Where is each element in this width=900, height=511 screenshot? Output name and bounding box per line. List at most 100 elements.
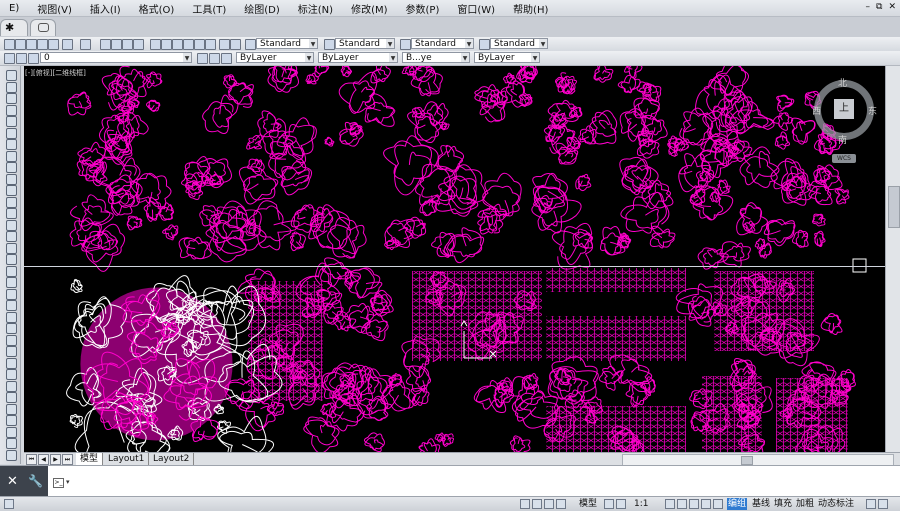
draw-tool-icon[interactable] [6, 449, 17, 461]
plus-icon[interactable] [677, 499, 687, 509]
draw-tool-icon[interactable] [6, 380, 17, 392]
view-cube[interactable]: 上 北 南 东 西 WCS [812, 76, 882, 186]
annotation-icon[interactable] [616, 499, 626, 509]
print-icon[interactable] [37, 39, 48, 50]
lineweight-select[interactable]: B...ye ▼ [402, 52, 470, 63]
draw-tool-icon[interactable] [6, 219, 17, 231]
color-select[interactable]: ByLayer ▼ [236, 52, 314, 63]
last-layout-button[interactable]: ⏭ [62, 454, 73, 465]
draw-tool-icon[interactable] [6, 323, 17, 334]
sheet-set-icon[interactable] [183, 39, 194, 50]
draw-tool-icon[interactable] [6, 116, 17, 127]
draw-tool-icon[interactable] [6, 196, 17, 208]
status-item-fill[interactable]: 填充 [773, 498, 793, 510]
draw-tool-icon[interactable] [6, 346, 17, 357]
draw-tool-icon[interactable] [6, 265, 17, 277]
status-item-dynamic-dim[interactable]: 动态标注 [817, 498, 855, 510]
polar-icon[interactable] [556, 499, 566, 509]
menu-window[interactable]: 窗口(W) [448, 1, 504, 16]
draw-tool-icon[interactable] [6, 127, 17, 139]
draw-tool-icon[interactable] [6, 311, 17, 323]
vertical-scrollbar[interactable] [885, 66, 900, 452]
menu-dimension[interactable]: 标注(N) [289, 1, 342, 16]
layout-grid-icon[interactable] [604, 499, 614, 509]
vertical-scroll-thumb[interactable] [888, 186, 900, 228]
close-button[interactable]: ✕ [888, 2, 896, 12]
tab-layout2[interactable]: Layout2 [149, 453, 195, 465]
chevron-down-icon[interactable]: ▾ [66, 478, 70, 486]
quickcalc-icon[interactable] [205, 39, 216, 50]
draw-tool-icon[interactable] [6, 162, 17, 173]
pan-icon[interactable] [100, 39, 111, 50]
draw-tool-icon[interactable] [6, 81, 17, 93]
draw-tool-icon[interactable] [6, 357, 17, 369]
lock-icon[interactable] [701, 499, 711, 509]
menu-draw[interactable]: 绘图(D) [235, 1, 289, 16]
next-layout-button[interactable]: ▶ [50, 454, 61, 465]
zoom-window-icon[interactable] [122, 39, 133, 50]
new-icon[interactable] [4, 39, 15, 50]
undo-icon[interactable] [62, 39, 73, 50]
draw-tool-icon[interactable] [6, 242, 17, 254]
view-cube-face[interactable]: 上 [834, 99, 854, 119]
wcs-menu[interactable]: WCS [832, 154, 856, 163]
isolate-icon[interactable] [713, 499, 723, 509]
preview-icon[interactable] [48, 39, 59, 50]
minimize-button[interactable]: – [866, 2, 871, 12]
wrench-icon[interactable]: 🔧 [28, 474, 43, 488]
draw-tool-icon[interactable] [6, 139, 17, 150]
plotstyle-select[interactable]: ByLayer ▼ [474, 52, 540, 63]
status-item-baseline[interactable]: 基线 [751, 498, 771, 510]
draw-tool-icon[interactable] [6, 173, 17, 185]
new-tab-button[interactable] [30, 19, 56, 36]
model-space-toggle[interactable]: 模型 [578, 498, 598, 510]
draw-tool-icon[interactable] [6, 70, 17, 81]
draw-tool-icon[interactable] [6, 185, 17, 196]
draw-tool-icon[interactable] [6, 208, 17, 219]
zoom-realtime-icon[interactable] [111, 39, 122, 50]
draw-tool-icon[interactable] [6, 93, 17, 104]
draw-tool-icon[interactable] [6, 369, 17, 380]
grid-icon[interactable] [520, 499, 530, 509]
application-menu-tab[interactable]: ✱ [0, 19, 28, 36]
status-item-bold[interactable]: 加粗 [795, 498, 815, 510]
layer-state-icon[interactable] [221, 53, 232, 64]
layer-select[interactable]: 0 ▼ [40, 52, 192, 63]
gear-icon[interactable] [665, 499, 675, 509]
first-layout-button[interactable]: ⏮ [26, 454, 37, 465]
restore-button[interactable]: ⧉ [876, 2, 882, 12]
draw-tool-icon[interactable] [6, 150, 17, 162]
draw-tool-icon[interactable] [6, 104, 17, 116]
markup-icon[interactable] [194, 39, 205, 50]
table-style-select[interactable]: Standard ▼ [411, 38, 474, 49]
customize-icon[interactable] [878, 499, 888, 509]
menu-modify[interactable]: 修改(M) [342, 1, 396, 16]
coordinates-icon[interactable] [4, 499, 14, 509]
command-prompt-icon[interactable]: >_ [53, 478, 64, 488]
redo-icon[interactable] [80, 39, 91, 50]
annotation-scale[interactable]: 1:1 [633, 498, 649, 510]
prev-layout-button[interactable]: ◀ [38, 454, 49, 465]
menu-format[interactable]: 格式(O) [130, 1, 184, 16]
design-center-icon[interactable] [161, 39, 172, 50]
menu-view[interactable]: 视图(V) [28, 1, 81, 16]
menu-tools[interactable]: 工具(T) [183, 1, 235, 16]
close-icon[interactable]: ✕ [7, 474, 18, 489]
save-icon[interactable] [26, 39, 37, 50]
ortho-icon[interactable] [544, 499, 554, 509]
draw-tool-icon[interactable] [6, 403, 17, 415]
tab-layout1[interactable]: Layout1 [104, 453, 150, 465]
menu-parametric[interactable]: 参数(P) [397, 1, 449, 16]
layer-previous-icon[interactable] [209, 53, 220, 64]
menu-help[interactable]: 帮助(H) [504, 1, 557, 16]
draw-tool-icon[interactable] [6, 392, 17, 403]
draw-tool-icon[interactable] [6, 334, 17, 346]
viewport-label[interactable]: [-][俯视][二维线框] [25, 68, 86, 78]
draw-tool-icon[interactable] [6, 277, 17, 288]
draw-tool-icon[interactable] [6, 288, 17, 300]
bulb-icon[interactable] [866, 499, 876, 509]
make-current-layer-icon[interactable] [197, 53, 208, 64]
draw-tool-icon[interactable] [6, 415, 17, 426]
draw-tool-icon[interactable] [6, 300, 17, 311]
open-icon[interactable] [15, 39, 26, 50]
